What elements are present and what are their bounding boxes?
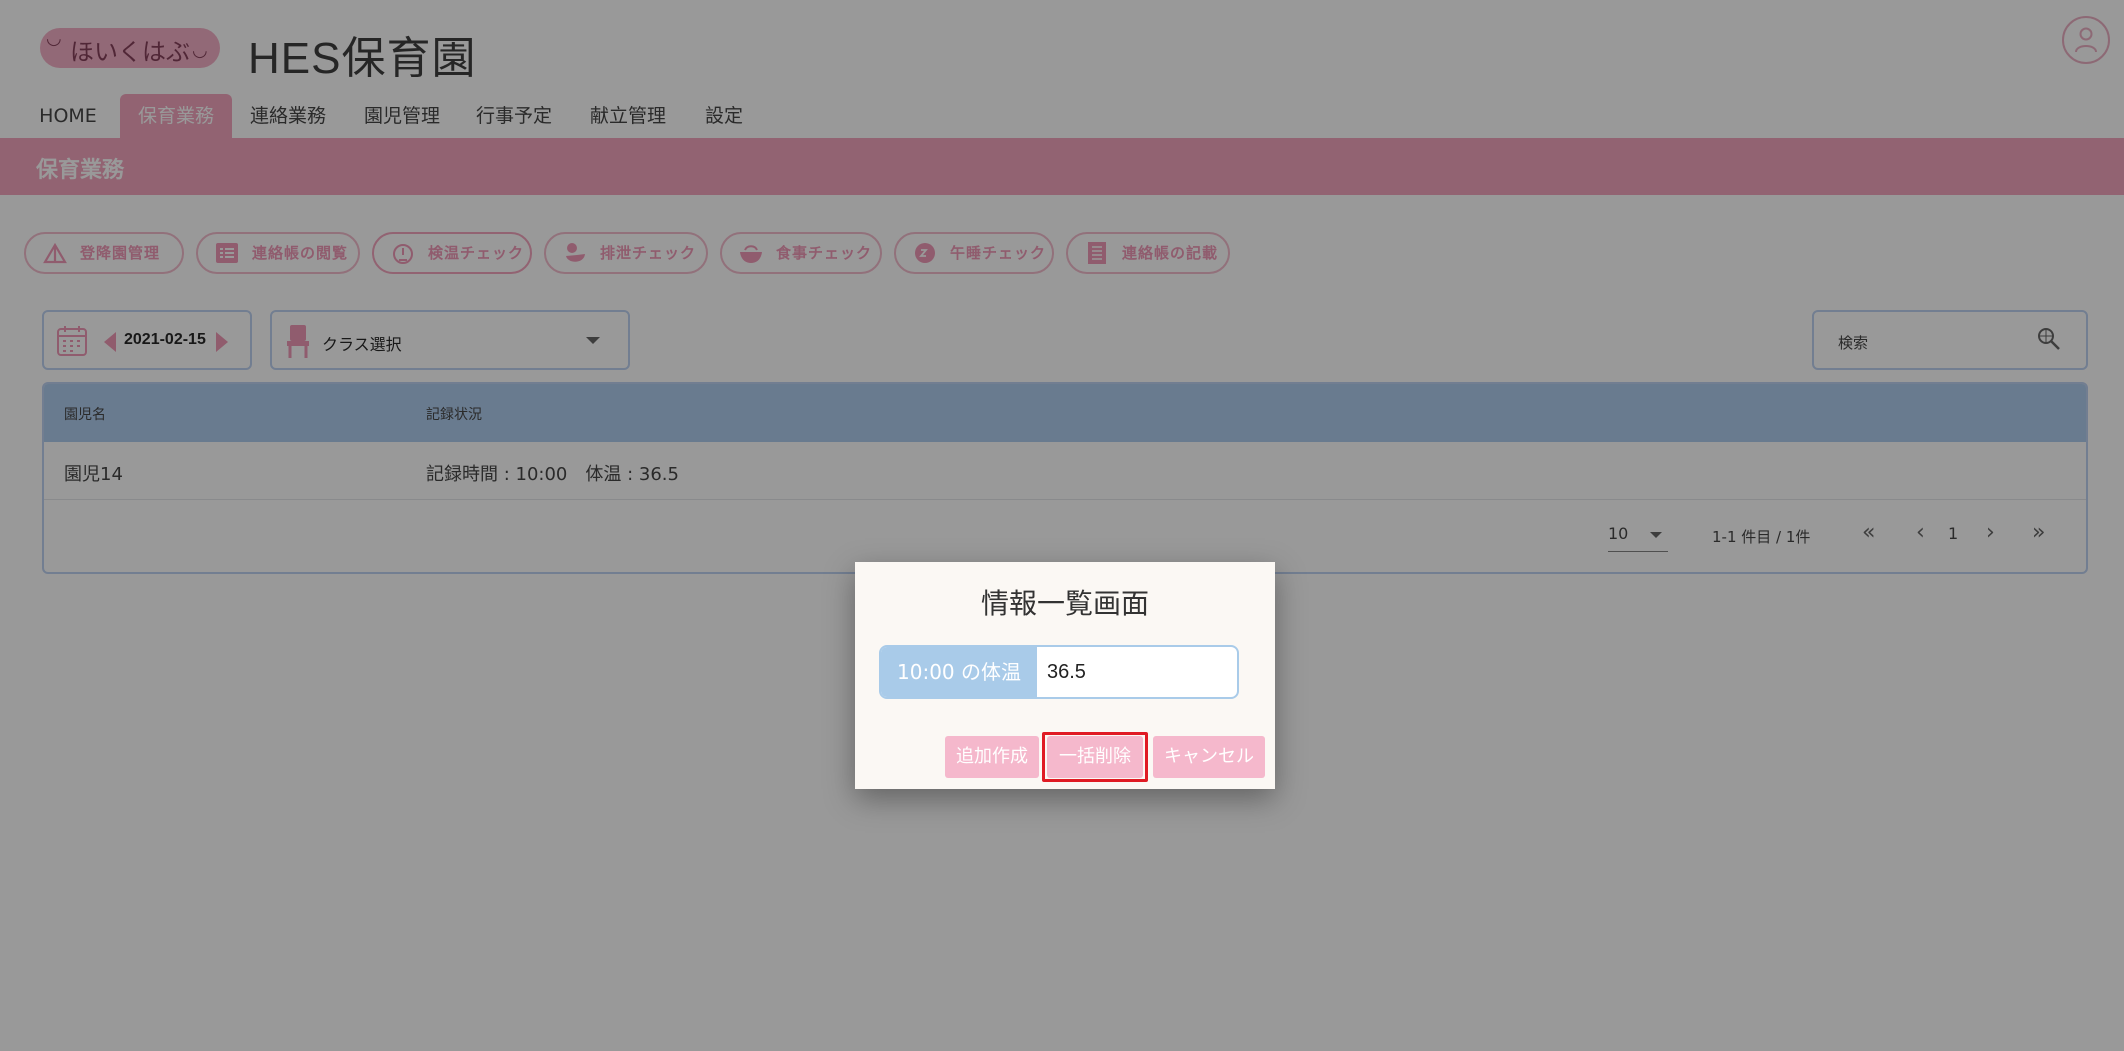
temperature-field: 10:00 の体温 <box>879 645 1239 699</box>
cancel-button[interactable]: キャンセル <box>1153 736 1265 778</box>
add-create-button[interactable]: 追加作成 <box>945 736 1039 778</box>
temperature-field-label: 10:00 の体温 <box>881 647 1037 697</box>
temperature-input[interactable] <box>1047 647 1235 697</box>
info-list-dialog: 情報一覧画面 10:00 の体温 追加作成 一括削除 キャンセル <box>855 562 1275 789</box>
dialog-title: 情報一覧画面 <box>980 587 1149 620</box>
modal-backdrop[interactable] <box>0 0 2124 1051</box>
highlight-box <box>1042 732 1148 782</box>
